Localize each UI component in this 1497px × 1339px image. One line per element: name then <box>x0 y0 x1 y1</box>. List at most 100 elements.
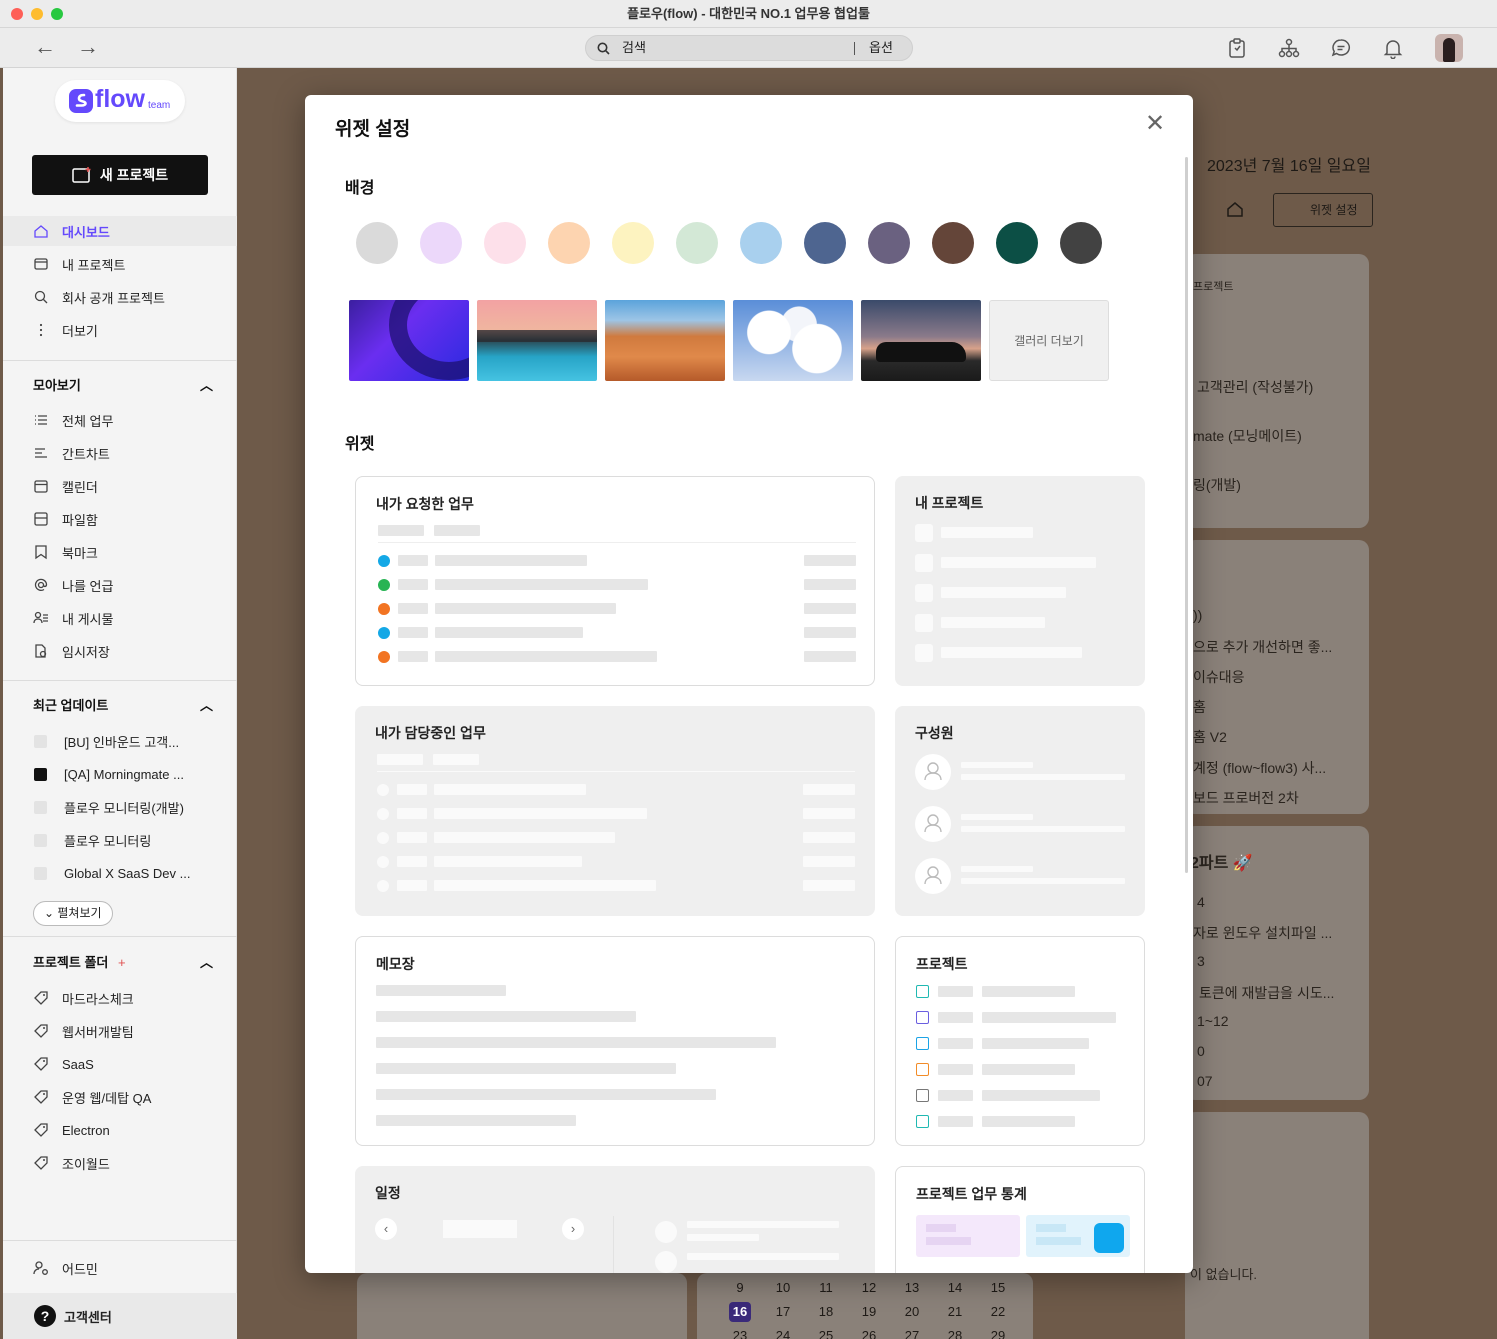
background-color-swatch[interactable] <box>740 222 782 264</box>
notification-bell-icon[interactable] <box>1382 37 1404 59</box>
forward-arrow-icon[interactable]: → <box>77 36 99 58</box>
gallery-thumb-palms[interactable] <box>477 300 597 381</box>
recent-section-header[interactable]: 최근 업데이트 ︿ <box>33 695 213 714</box>
add-folder-button[interactable]: + <box>118 955 126 970</box>
gallery-more-button[interactable]: 갤러리 더보기 <box>989 300 1109 381</box>
background-color-swatch[interactable] <box>356 222 398 264</box>
widget-requested-tasks[interactable]: 내가 요청한 업무 <box>355 476 875 686</box>
modal-scrollbar[interactable] <box>1185 157 1188 873</box>
widget-memo[interactable]: 메모장 <box>355 936 875 1146</box>
search-bar[interactable]: 검색 옵션 <box>585 35 913 61</box>
background-color-swatch[interactable] <box>484 222 526 264</box>
chevron-up-icon[interactable]: ︿ <box>200 952 213 971</box>
close-window-button[interactable] <box>11 8 23 20</box>
background-color-swatch[interactable] <box>612 222 654 264</box>
widget-project-stats[interactable]: 프로젝트 업무 통계 <box>895 1166 1145 1273</box>
bg-card-2-row: 홈 V2 <box>1193 729 1227 745</box>
sidebar-item-recent[interactable]: [BU] 인바운드 고객... <box>3 726 237 756</box>
tag-icon <box>32 1022 50 1040</box>
sidebar-item-collect[interactable]: 내 게시물 <box>3 603 237 633</box>
home-settings-icon[interactable] <box>1225 199 1245 219</box>
background-color-swatch[interactable] <box>1060 222 1102 264</box>
sidebar-item-collect[interactable]: 캘린더 <box>3 471 237 501</box>
sidebar-item-collect[interactable]: 간트차트 <box>3 438 237 468</box>
organization-icon[interactable] <box>1278 37 1300 59</box>
sidebar-item-folder[interactable]: 웹서버개발팀 <box>3 1016 237 1046</box>
sidebar-item-folder[interactable]: 운영 웹/데탑 QA <box>3 1082 237 1112</box>
minimize-window-button[interactable] <box>31 8 43 20</box>
gallery-thumb-purple[interactable] <box>349 300 469 381</box>
flow-logo-icon <box>69 89 93 113</box>
background-color-swatch[interactable] <box>676 222 718 264</box>
bg-card-1-row: mate (모닝메이트) <box>1193 428 1302 444</box>
bg-card-3: 2파트 🚀 4 자로 윈도우 설치파일 ... 3 토큰에 재발급을 시도...… <box>1185 826 1369 1100</box>
modal-title: 위젯 설정 <box>335 119 411 140</box>
bg-card-5 <box>357 1273 687 1339</box>
gallery-thumb-clouds[interactable] <box>733 300 853 381</box>
help-center[interactable]: ? 고객센터 <box>3 1293 237 1339</box>
sidebar-item-recent[interactable]: [QA] Morningmate ... <box>3 759 237 789</box>
sidebar-item-collect[interactable]: 임시저장 <box>3 636 237 666</box>
admin-item[interactable]: 어드민 <box>3 1253 237 1283</box>
sidebar-item-collect[interactable]: 북마크 <box>3 537 237 567</box>
help-icon: ? <box>34 1305 56 1327</box>
sidebar-item-folder[interactable]: SaaS <box>3 1049 237 1079</box>
calendar-day: 20 <box>904 1304 920 1319</box>
search-options[interactable]: 옵션 <box>869 36 893 60</box>
logo-sub: team <box>148 100 171 111</box>
background-color-swatch[interactable] <box>996 222 1038 264</box>
background-color-swatch[interactable] <box>932 222 974 264</box>
close-icon[interactable]: ✕ <box>1145 109 1165 138</box>
zoom-window-button[interactable] <box>51 8 63 20</box>
widget-schedule[interactable]: 일정 ‹ › <box>355 1166 875 1273</box>
sidebar-item-collect[interactable]: 전체 업무 <box>3 405 237 435</box>
sidebar-item-recent[interactable]: 플로우 모니터링 <box>3 825 237 855</box>
sidebar-item-recent-label: Global X SaaS Dev ... <box>64 865 191 881</box>
background-color-swatch[interactable] <box>548 222 590 264</box>
background-color-swatch[interactable] <box>420 222 462 264</box>
draft-icon <box>32 642 50 660</box>
project-color-square <box>34 833 47 847</box>
flow-logo[interactable]: flow team <box>55 80 185 122</box>
calendar-day: 10 <box>775 1280 791 1295</box>
gallery-thumb-desert[interactable] <box>605 300 725 381</box>
sidebar-item-folder[interactable]: 조이월드 <box>3 1148 237 1178</box>
bg-card-2-row: 보드 프로버전 2차 <box>1193 790 1299 806</box>
widget-assigned-tasks[interactable]: 내가 담당중인 업무 <box>355 706 875 916</box>
widget-my-projects[interactable]: 내 프로젝트 <box>895 476 1145 686</box>
background-color-swatch[interactable] <box>804 222 846 264</box>
sidebar-item-recent[interactable]: Global X SaaS Dev ... <box>3 858 237 888</box>
bg-card-2-row: 홈 <box>1193 699 1206 715</box>
sidebar-item-main[interactable]: 회사 공개 프로젝트 <box>3 282 237 312</box>
sidebar-item-main[interactable]: 대시보드 <box>3 216 237 246</box>
back-arrow-icon[interactable]: ← <box>34 36 56 58</box>
widget-settings-button[interactable]: 위젯 설정 <box>1273 193 1373 227</box>
widget-projects[interactable]: 프로젝트 <box>895 936 1145 1146</box>
chevron-up-icon[interactable]: ︿ <box>200 695 213 714</box>
sidebar-item-folder[interactable]: 마드라스체크 <box>3 983 237 1013</box>
sidebar-item-recent[interactable]: 플로우 모니터링(개발) <box>3 792 237 822</box>
widget-members[interactable]: 구성원 <box>895 706 1145 916</box>
my-posts-icon <box>32 609 50 627</box>
comment-icon <box>916 1089 929 1102</box>
avatar[interactable] <box>1435 34 1463 62</box>
collect-section-header[interactable]: 모아보기 ︿ <box>33 375 213 394</box>
tag-icon <box>32 1154 50 1172</box>
chat-icon[interactable] <box>1330 37 1352 59</box>
chevron-up-icon[interactable]: ︿ <box>200 375 213 394</box>
clipboard-icon[interactable] <box>1226 37 1248 59</box>
sidebar-item-collect[interactable]: 나를 언급 <box>3 570 237 600</box>
sidebar-item-folder[interactable]: Electron <box>3 1115 237 1145</box>
sidebar-item-main[interactable]: 내 프로젝트 <box>3 249 237 279</box>
more-vertical-icon <box>32 321 50 339</box>
home-icon <box>32 222 50 240</box>
sidebar-item-collect-label: 나를 언급 <box>62 578 114 594</box>
expand-button[interactable]: ⌄ 펼쳐보기 <box>33 901 113 926</box>
sidebar-item-collect[interactable]: 파일함 <box>3 504 237 534</box>
folder-section-header[interactable]: 프로젝트 폴더 + ︿ <box>33 952 213 971</box>
gallery-thumb-car[interactable] <box>861 300 981 381</box>
background-color-swatch[interactable] <box>868 222 910 264</box>
sidebar-item-main[interactable]: 더보기 <box>3 315 237 345</box>
new-project-button[interactable]: 새 프로젝트 <box>32 155 208 195</box>
bg-card-3-row: 0 <box>1197 1043 1205 1059</box>
